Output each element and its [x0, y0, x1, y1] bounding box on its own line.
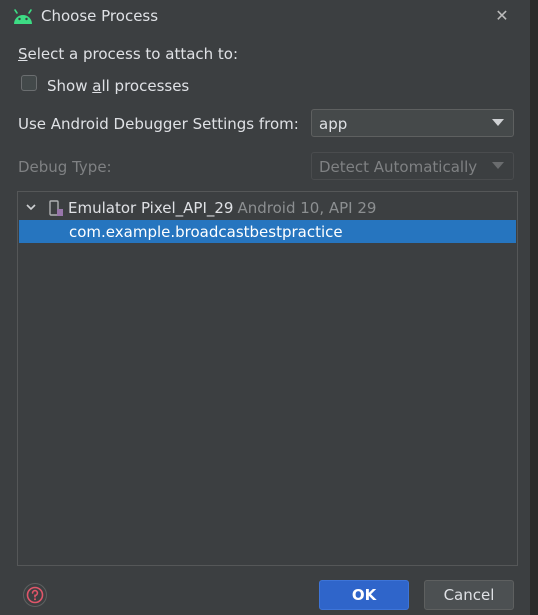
- show-all-processes-label[interactable]: Show all processes: [47, 77, 189, 95]
- show-all-processes-checkbox[interactable]: [21, 75, 37, 91]
- chevron-down-icon: [492, 162, 504, 169]
- cancel-button[interactable]: Cancel: [424, 580, 514, 610]
- debugger-settings-value: app: [319, 115, 348, 133]
- device-icon: [49, 200, 63, 216]
- debugger-settings-label: Use Android Debugger Settings from:: [18, 115, 299, 133]
- dialog-title: Choose Process: [41, 7, 159, 25]
- chevron-down-icon: [492, 119, 504, 126]
- title-bar: Choose Process ✕: [0, 0, 530, 34]
- debug-type-label: Debug Type:: [18, 158, 112, 176]
- android-icon: [14, 9, 32, 24]
- debug-type-value: Detect Automatically: [319, 158, 478, 176]
- process-name: com.example.broadcastbestpractice: [69, 223, 343, 241]
- debug-type-select: Detect Automatically: [311, 152, 514, 180]
- background-editor-strip: [530, 0, 538, 615]
- process-tree[interactable]: Emulator Pixel_API_29 Android 10, API 29 …: [17, 191, 518, 566]
- tree-row-process[interactable]: com.example.broadcastbestpractice: [19, 220, 516, 243]
- choose-process-dialog: Choose Process ✕ Select a process to att…: [0, 0, 530, 615]
- close-button[interactable]: ✕: [493, 7, 511, 25]
- device-name: Emulator Pixel_API_29 Android 10, API 29: [68, 199, 377, 217]
- help-icon: [26, 586, 44, 604]
- device-info: Android 10, API 29: [237, 199, 377, 217]
- expand-chevron-icon[interactable]: [25, 201, 37, 213]
- debugger-settings-select[interactable]: app: [311, 109, 514, 137]
- tree-node-device[interactable]: Emulator Pixel_API_29 Android 10, API 29: [18, 197, 517, 219]
- help-button[interactable]: [23, 583, 47, 607]
- select-process-label: Select a process to attach to:: [18, 45, 239, 63]
- close-icon: ✕: [495, 6, 509, 25]
- ok-button[interactable]: OK: [319, 580, 409, 610]
